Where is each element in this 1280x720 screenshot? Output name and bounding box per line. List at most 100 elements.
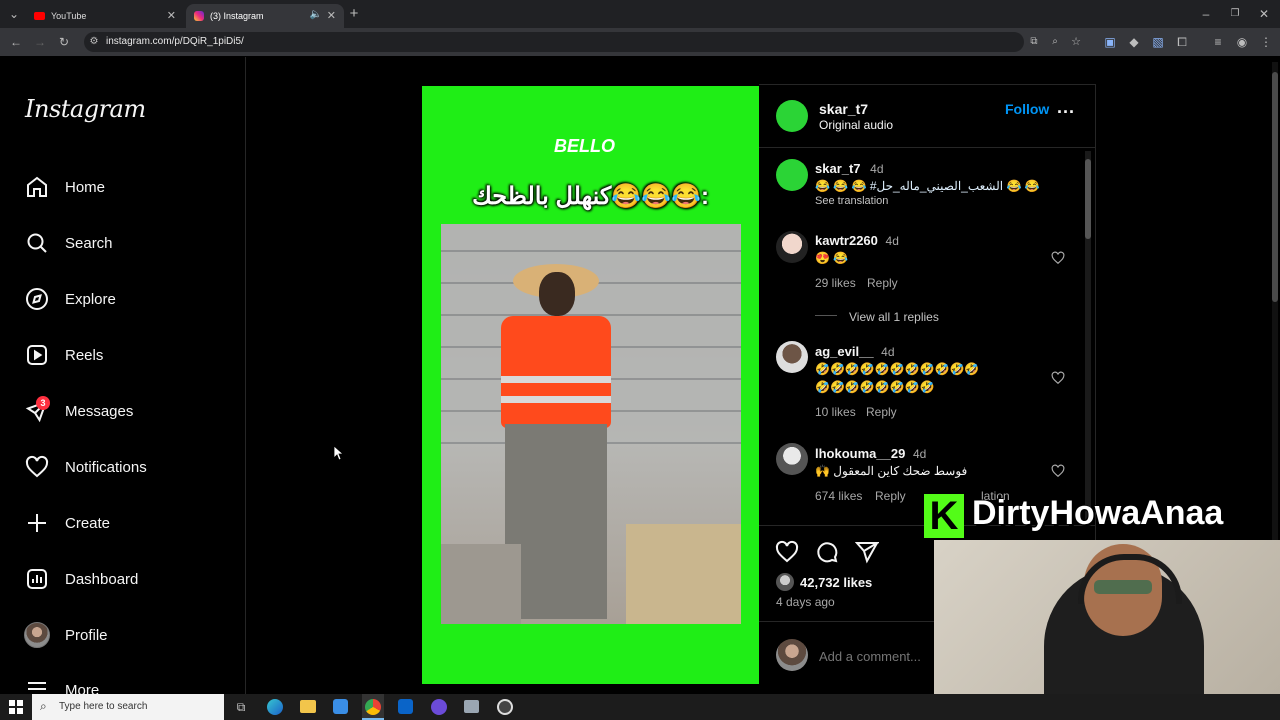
restore-icon[interactable]: ❐ bbox=[1227, 6, 1243, 22]
comment-username[interactable]: ag_evil__ bbox=[815, 344, 874, 359]
scrollbar-thumb[interactable] bbox=[1085, 159, 1091, 239]
messages-badge: 3 bbox=[36, 396, 50, 410]
nav-search[interactable]: Search bbox=[24, 228, 113, 258]
post-timestamp: 4 days ago bbox=[776, 595, 835, 609]
forward-arrow-icon[interactable]: → bbox=[32, 34, 48, 50]
comment-likes[interactable]: 29 likes bbox=[815, 276, 856, 290]
reels-icon bbox=[24, 342, 50, 368]
edge-icon[interactable] bbox=[267, 699, 283, 715]
nav-reels[interactable]: Reels bbox=[24, 340, 103, 370]
comment-like-heart-icon[interactable] bbox=[1051, 464, 1065, 483]
likes-count[interactable]: 42,732 likes bbox=[800, 575, 872, 590]
search-icon bbox=[24, 230, 50, 256]
taskbar-search-box[interactable]: ⌕ Type here to search bbox=[32, 694, 224, 720]
nav-more[interactable]: More bbox=[24, 676, 99, 694]
extension-image-icon[interactable]: ▧ bbox=[1150, 34, 1166, 50]
tab-youtube[interactable]: YouTube ✕ bbox=[26, 4, 184, 28]
channel-name-overlay: DirtyHowaAnaa bbox=[972, 494, 1224, 532]
address-bar[interactable]: ⚙ instagram.com/p/DQiR_1piDi5/ ⧉ ⌕ ☆ bbox=[84, 32, 1081, 52]
install-app-icon[interactable]: ⧉ bbox=[1026, 34, 1042, 50]
current-user-avatar[interactable] bbox=[776, 639, 808, 671]
nav-explore[interactable]: Explore bbox=[24, 284, 116, 314]
nav-create[interactable]: Create bbox=[24, 508, 110, 538]
nav-label: Explore bbox=[65, 290, 116, 308]
site-info-icon[interactable]: ⚙ bbox=[86, 34, 102, 50]
zoom-icon[interactable]: ⌕ bbox=[1047, 34, 1063, 50]
comment-avatar[interactable] bbox=[776, 341, 808, 373]
window-close-icon[interactable]: ✕ bbox=[1256, 6, 1272, 22]
extension-diamond-icon[interactable]: ◆ bbox=[1126, 34, 1142, 50]
nav-profile[interactable]: Profile bbox=[24, 620, 108, 650]
heart-icon bbox=[24, 454, 50, 480]
store-icon[interactable] bbox=[333, 699, 348, 714]
task-view-icon[interactable]: ⧉ bbox=[233, 699, 249, 715]
like-heart-icon[interactable] bbox=[775, 540, 799, 569]
comment-likes[interactable]: 674 likes bbox=[815, 489, 862, 503]
comment-avatar[interactable] bbox=[776, 443, 808, 475]
nav-notifications[interactable]: Notifications bbox=[24, 452, 147, 482]
caption-header: skar_t7 4d bbox=[815, 161, 884, 176]
video-caption-text: كنهلل بالظحك😂😂😂: bbox=[472, 183, 709, 210]
share-send-icon[interactable] bbox=[854, 540, 881, 569]
new-tab-plus-icon[interactable]: + bbox=[346, 6, 362, 22]
comment-time: 4d bbox=[885, 234, 899, 248]
replies-line bbox=[815, 315, 837, 316]
outlook-icon[interactable] bbox=[398, 699, 413, 714]
instagram-icon bbox=[194, 11, 204, 21]
reading-list-icon[interactable]: ≡ bbox=[1210, 34, 1226, 50]
comment-username[interactable]: lhokouma__29 bbox=[815, 446, 905, 461]
tab-instagram[interactable]: (3) Instagram 🔈 ✕ bbox=[186, 4, 344, 28]
extensions-puzzle-icon[interactable]: ⧠ bbox=[1174, 34, 1190, 50]
profile-icon[interactable]: ◉ bbox=[1234, 34, 1250, 50]
liker-avatar[interactable] bbox=[776, 573, 794, 591]
nav-label: Dashboard bbox=[65, 570, 139, 588]
comments-scrollbar[interactable] bbox=[1085, 151, 1091, 526]
caption-username[interactable]: skar_t7 bbox=[815, 161, 861, 176]
reload-icon[interactable]: ↻ bbox=[56, 34, 72, 50]
caption-avatar[interactable] bbox=[776, 159, 808, 191]
see-translation-link[interactable]: See translation bbox=[815, 195, 888, 207]
nav-label: More bbox=[65, 682, 100, 694]
url-text: instagram.com/p/DQiR_1piDi5/ bbox=[106, 36, 244, 47]
scrollbar-thumb[interactable] bbox=[1272, 72, 1278, 302]
reel-video[interactable]: BELLO كنهلل بالظحك😂😂😂: bbox=[422, 86, 759, 684]
tab-close-icon[interactable]: ✕ bbox=[327, 9, 336, 22]
comment-bubble-icon[interactable] bbox=[815, 540, 839, 569]
browser-tab-bar: ⌄ YouTube ✕ (3) Instagram 🔈 ✕ + – ❐ ✕ bbox=[0, 0, 1280, 28]
back-arrow-icon[interactable]: ← bbox=[8, 34, 24, 50]
original-audio-link[interactable]: Original audio bbox=[819, 118, 893, 132]
messenger-app-icon[interactable] bbox=[431, 699, 447, 715]
follow-button[interactable]: Follow bbox=[1005, 101, 1049, 117]
comment-reply-button[interactable]: Reply bbox=[875, 489, 906, 503]
comment-likes[interactable]: 10 likes bbox=[815, 405, 856, 419]
post-author-avatar[interactable] bbox=[776, 100, 808, 132]
translate-extension-icon[interactable]: ▣ bbox=[1102, 34, 1118, 50]
app-icon[interactable] bbox=[464, 700, 479, 713]
comment-reply-button[interactable]: Reply bbox=[867, 276, 898, 290]
bookmark-star-icon[interactable]: ☆ bbox=[1068, 34, 1084, 50]
post-author-username[interactable]: skar_t7 bbox=[819, 101, 868, 117]
obs-icon[interactable] bbox=[497, 699, 513, 715]
file-explorer-icon[interactable] bbox=[300, 700, 316, 713]
tab-search-chevron-icon[interactable]: ⌄ bbox=[6, 6, 22, 22]
browser-menu-icon[interactable]: ⋮ bbox=[1258, 34, 1274, 50]
comment-reply-button[interactable]: Reply bbox=[866, 405, 897, 419]
more-options-icon[interactable]: ... bbox=[1057, 97, 1075, 118]
comment-username[interactable]: kawtr2260 bbox=[815, 233, 878, 248]
comment-like-heart-icon[interactable] bbox=[1051, 251, 1065, 270]
minimize-icon[interactable]: – bbox=[1198, 6, 1214, 22]
view-replies-button[interactable]: View all 1 replies bbox=[849, 310, 939, 324]
tab-close-icon[interactable]: ✕ bbox=[167, 9, 176, 22]
instagram-logo[interactable]: Instagram bbox=[25, 95, 146, 123]
tab-title: YouTube bbox=[51, 11, 87, 21]
nav-label: Reels bbox=[65, 346, 104, 364]
safety-vest bbox=[501, 316, 611, 428]
comment-like-heart-icon[interactable] bbox=[1051, 371, 1065, 390]
nav-dashboard[interactable]: Dashboard bbox=[24, 564, 138, 594]
chrome-taskbar-button[interactable] bbox=[362, 694, 384, 720]
comment-avatar[interactable] bbox=[776, 231, 808, 263]
windows-start-icon[interactable] bbox=[9, 700, 23, 714]
speaker-icon[interactable]: 🔈 bbox=[310, 9, 322, 20]
nav-messages[interactable]: 3 Messages bbox=[24, 396, 133, 426]
nav-home[interactable]: Home bbox=[24, 172, 105, 202]
